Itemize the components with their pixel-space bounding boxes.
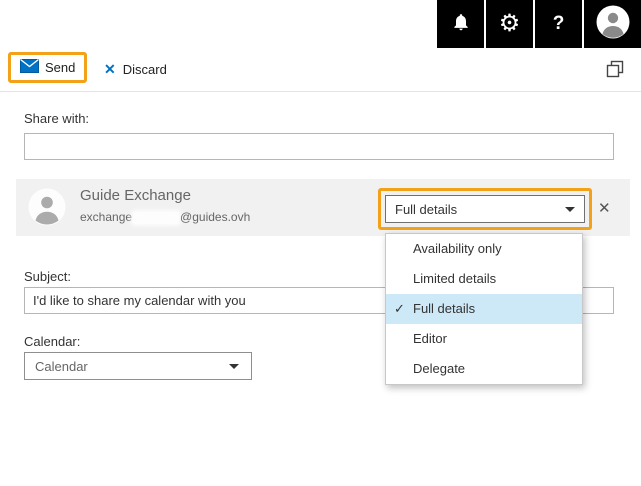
calendar-label: Calendar: <box>24 334 80 349</box>
notifications-button[interactable] <box>437 0 484 48</box>
permission-annotation-highlight: Full details <box>378 188 592 230</box>
open-in-new-window-button[interactable] <box>605 59 625 82</box>
recipient-email: exchange @guides.ovh <box>80 210 250 224</box>
recipient-email-suffix: @guides.ovh <box>180 210 250 224</box>
calendar-sharing-dialog: ⚙ ? Send <box>0 0 641 486</box>
bell-icon <box>451 12 471 37</box>
menu-item-label: Full details <box>413 301 475 316</box>
account-button[interactable] <box>584 0 641 48</box>
calendar-dropdown[interactable]: Calendar <box>24 352 252 380</box>
menu-item-editor[interactable]: Editor <box>386 324 582 354</box>
subject-label: Subject: <box>24 269 71 284</box>
remove-icon: ✕ <box>598 200 611 217</box>
remove-recipient-button[interactable]: ✕ <box>598 199 611 217</box>
chevron-down-icon <box>565 207 575 212</box>
send-annotation-highlight: Send <box>8 52 87 83</box>
calendar-dropdown-value: Calendar <box>35 359 88 374</box>
discard-button-label: Discard <box>123 62 167 77</box>
permission-dropdown-value: Full details <box>395 202 457 217</box>
menu-item-label: Limited details <box>413 271 496 286</box>
share-with-label: Share with: <box>24 111 89 126</box>
gear-icon: ⚙ <box>499 12 521 36</box>
help-icon: ? <box>553 13 565 35</box>
send-button[interactable]: Send <box>20 59 75 76</box>
send-envelope-icon <box>20 59 39 76</box>
discard-button[interactable]: ✕ Discard <box>104 61 167 78</box>
discard-icon: ✕ <box>104 61 116 78</box>
settings-button[interactable]: ⚙ <box>486 0 533 48</box>
recipient-avatar-icon <box>28 188 66 231</box>
topbar: ⚙ ? <box>437 0 641 48</box>
menu-item-delegate[interactable]: Delegate <box>386 354 582 384</box>
permission-dropdown[interactable]: Full details <box>385 195 585 223</box>
avatar-icon <box>596 5 630 44</box>
email-redacted-area <box>133 212 179 224</box>
check-icon: ✓ <box>394 294 405 324</box>
chevron-down-icon <box>229 364 239 369</box>
menu-item-label: Availability only <box>413 241 502 256</box>
share-with-input[interactable] <box>24 133 614 160</box>
menu-item-limited-details[interactable]: Limited details <box>386 264 582 294</box>
menu-item-availability-only[interactable]: Availability only <box>386 234 582 264</box>
send-button-label: Send <box>45 60 75 75</box>
toolbar: Send ✕ Discard <box>0 48 641 92</box>
menu-item-full-details[interactable]: ✓ Full details <box>386 294 582 324</box>
popout-icon <box>605 67 625 82</box>
menu-item-label: Delegate <box>413 361 465 376</box>
help-button[interactable]: ? <box>535 0 582 48</box>
permission-menu: Availability only Limited details ✓ Full… <box>385 233 583 385</box>
menu-item-label: Editor <box>413 331 447 346</box>
recipient-name: Guide Exchange <box>80 187 191 204</box>
recipient-email-prefix: exchange <box>80 210 132 224</box>
